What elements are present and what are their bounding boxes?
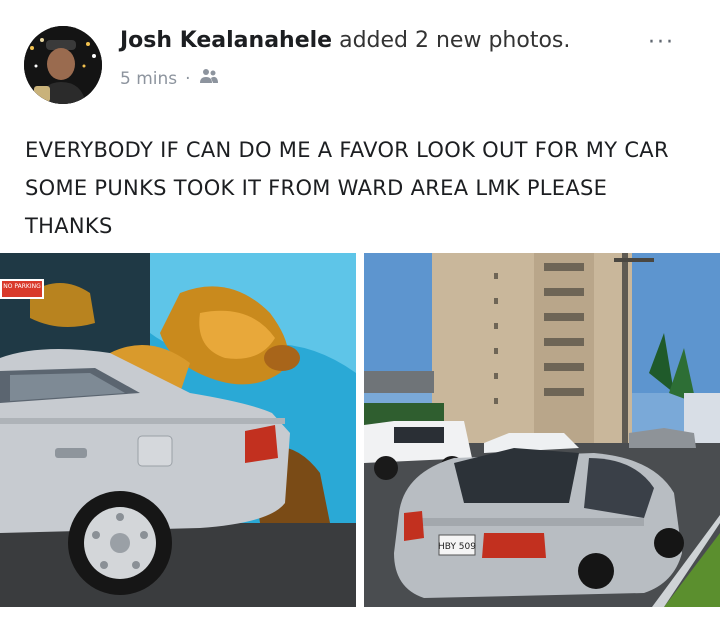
timestamp[interactable]: 5 mins — [120, 69, 177, 89]
post-photo-1[interactable]: NO PARKING — [0, 253, 356, 607]
no-parking-sign-label: NO PARKING — [3, 283, 41, 290]
car-street-photo: HBY 509 — [364, 253, 720, 607]
meta-separator: · — [185, 68, 191, 89]
author-name[interactable]: Josh Kealanahele — [120, 28, 332, 53]
car-mural-photo: NO PARKING — [0, 253, 356, 607]
post-action-text: added 2 new photos. — [339, 28, 571, 53]
friends-icon[interactable] — [199, 68, 219, 89]
post-header: Josh Kealanahele added 2 new photos. — [120, 28, 570, 53]
post-message: EVERYBODY IF CAN DO ME A FAVOR LOOK OUT … — [25, 138, 669, 238]
avatar[interactable] — [24, 26, 102, 104]
facebook-post: Josh Kealanahele added 2 new photos. 5 m… — [0, 0, 720, 625]
post-meta: 5 mins · — [120, 68, 219, 89]
license-plate-text: HBY 509 — [438, 542, 476, 552]
post-photo-2[interactable]: HBY 509 — [364, 253, 720, 607]
avatar-image — [24, 26, 102, 104]
more-options-button[interactable]: ··· — [648, 32, 675, 54]
